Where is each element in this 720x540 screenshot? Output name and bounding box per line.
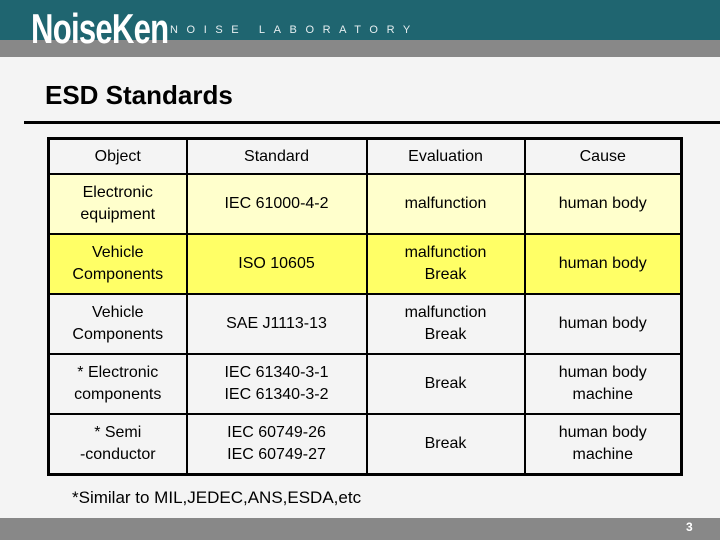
cell-text: IEC 60749-26 bbox=[227, 424, 326, 441]
cell-standard: IEC 61340-3-1 IEC 61340-3-2 bbox=[185, 353, 368, 415]
table-header-row: Object Standard Evaluation Cause bbox=[47, 137, 683, 175]
cell-object: Vehicle Components bbox=[47, 293, 188, 355]
cell-text: SAE J1113-13 bbox=[226, 315, 327, 332]
title-divider bbox=[24, 121, 720, 124]
table-row: Vehicle Components SAE J1113-13 malfunction… bbox=[47, 293, 683, 355]
cell-evaluation: Break bbox=[365, 353, 526, 415]
footnote: *Similar to MIL,JEDEC,ANS,ESDA,etc bbox=[72, 488, 362, 507]
cell-text: IEC 61000-4-2 bbox=[224, 195, 329, 212]
cell-text: Break bbox=[424, 326, 467, 343]
cell-text: malfunction bbox=[404, 195, 487, 212]
cell-text: IEC 60749-27 bbox=[227, 446, 326, 463]
table-row: * Electronic components IEC 61340-3-1 IEC 6… bbox=[47, 353, 683, 415]
cell-standard: IEC 60749-26 IEC 60749-27 bbox=[185, 413, 368, 476]
cell-text: human body bbox=[558, 364, 647, 381]
cell-cause: human body machine bbox=[523, 353, 683, 415]
cell-text: -conductor bbox=[79, 446, 156, 463]
esd-standards-table: Object Standard Evaluation Cause Electro… bbox=[47, 137, 683, 476]
cell-text: Vehicle bbox=[91, 304, 144, 321]
cell-text: * Semi bbox=[94, 424, 142, 441]
cell-text: Components bbox=[72, 326, 164, 343]
cell-object: * Semi -conductor bbox=[47, 413, 188, 476]
cell-text: equipment bbox=[80, 206, 156, 223]
cell-evaluation: malfunction Break bbox=[365, 293, 526, 355]
cell-text: Break bbox=[424, 266, 467, 283]
cell-text: human body bbox=[558, 255, 647, 272]
table-row: Vehicle Components ISO 10605 malfunction Bre… bbox=[47, 233, 683, 295]
noiseken-logo: NoiseKen bbox=[31, 5, 169, 52]
cell-text: machine bbox=[572, 386, 633, 403]
cell-evaluation: malfunction Break bbox=[365, 233, 526, 295]
cell-text: machine bbox=[572, 446, 633, 463]
cell-standard: ISO 10605 bbox=[185, 233, 368, 295]
cell-cause: human body machine bbox=[523, 413, 683, 476]
table-row: Electronic equipment IEC 61000-4-2 malfunct… bbox=[47, 173, 683, 235]
cell-text: human body bbox=[558, 195, 647, 212]
cell-cause: human body bbox=[523, 233, 683, 295]
cell-text: malfunction bbox=[404, 244, 487, 261]
footer-bar bbox=[0, 518, 720, 540]
cell-text: Components bbox=[72, 266, 164, 283]
cell-text: Break bbox=[424, 375, 467, 392]
cell-text: human body bbox=[558, 424, 647, 441]
header-tagline: NOISE LABORATORY bbox=[170, 24, 419, 36]
cell-object: Electronic equipment bbox=[47, 173, 188, 235]
cell-standard: IEC 61000-4-2 bbox=[185, 173, 368, 235]
cell-text: human body bbox=[558, 315, 647, 332]
cell-evaluation: malfunction bbox=[365, 173, 526, 235]
cell-evaluation: Break bbox=[365, 413, 526, 476]
page-number: 3 bbox=[686, 520, 693, 534]
column-header-object: Object bbox=[47, 137, 188, 175]
cell-cause: human body bbox=[523, 293, 683, 355]
cell-object: Vehicle Components bbox=[47, 233, 188, 295]
cell-text: Vehicle bbox=[91, 244, 144, 261]
column-header-cause: Cause bbox=[523, 137, 683, 175]
column-header-evaluation: Evaluation bbox=[365, 137, 526, 175]
cell-standard: SAE J1113-13 bbox=[185, 293, 368, 355]
cell-text: * Electronic bbox=[77, 364, 159, 381]
cell-object: * Electronic components bbox=[47, 353, 188, 415]
cell-text: ISO 10605 bbox=[238, 255, 315, 272]
slide-title: ESD Standards bbox=[45, 80, 233, 110]
table-row: * Semi -conductor IEC 60749-26 IEC 60749-27… bbox=[47, 413, 683, 476]
cell-text: Break bbox=[424, 435, 467, 452]
cell-text: Electronic bbox=[82, 184, 153, 201]
cell-text: malfunction bbox=[404, 304, 487, 321]
cell-cause: human body bbox=[523, 173, 683, 235]
cell-text: IEC 61340-3-2 bbox=[224, 386, 329, 403]
cell-text: IEC 61340-3-1 bbox=[224, 364, 329, 381]
column-header-standard: Standard bbox=[185, 137, 368, 175]
cell-text: components bbox=[74, 386, 162, 403]
